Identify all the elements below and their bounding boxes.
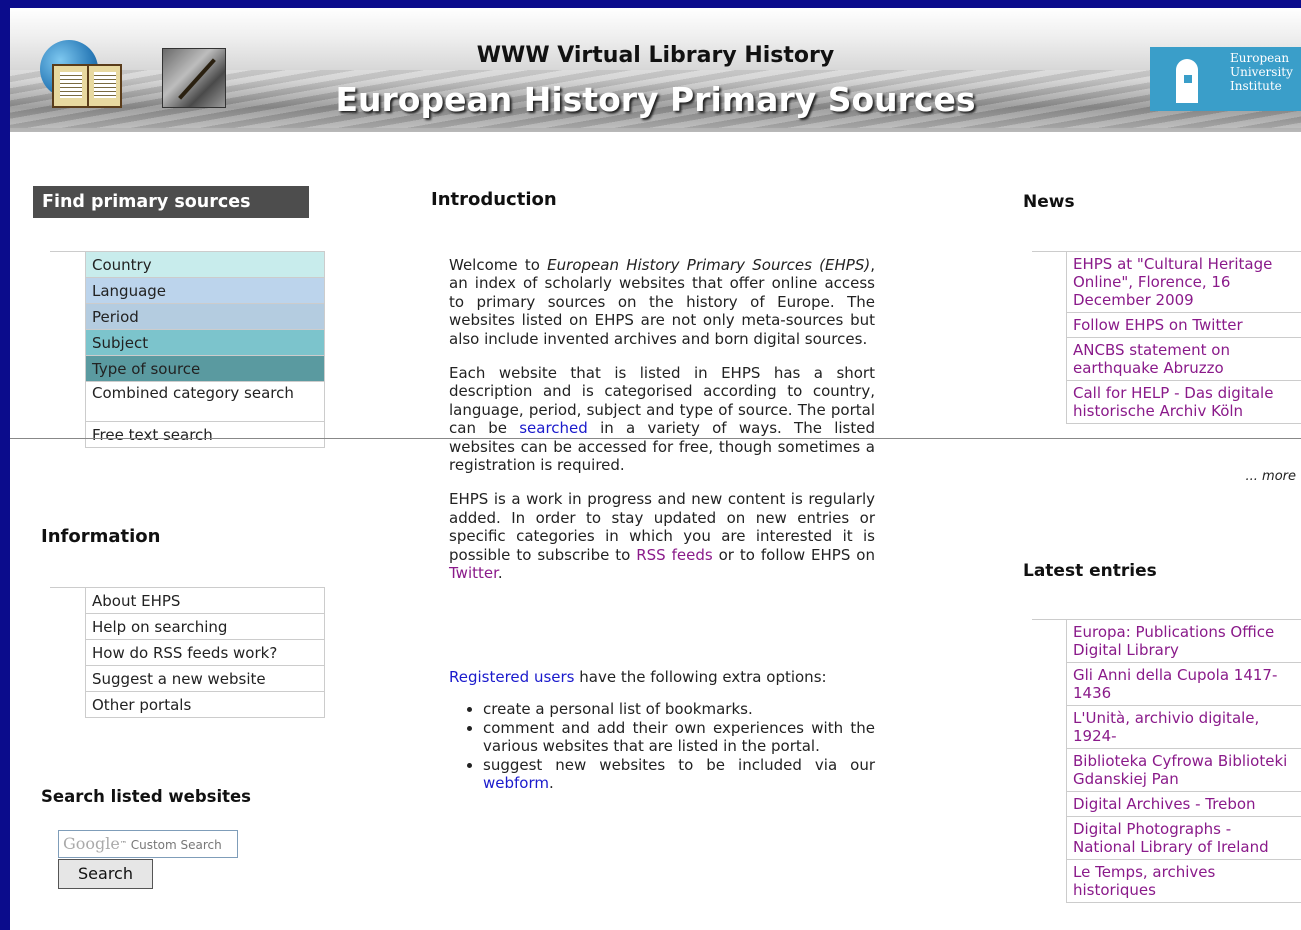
entry-item[interactable]: Le Temps, archives historiques — [1066, 860, 1301, 903]
search-button[interactable]: Search — [58, 859, 153, 889]
entry-item[interactable]: L'Unità, archivio digitale, 1924- — [1066, 706, 1301, 749]
find-menu-type-of-source[interactable]: Type of source — [85, 356, 325, 382]
list-item: create a personal list of bookmarks. — [483, 700, 875, 718]
registered-users-block: Registered users have the following extr… — [449, 668, 875, 792]
info-link-about[interactable]: About EHPS — [85, 588, 325, 614]
door-icon — [1150, 47, 1220, 111]
entry-item[interactable]: Digital Archives - Trebon — [1066, 792, 1301, 817]
news-item[interactable]: EHPS at "Cultural Heritage Online", Flor… — [1066, 252, 1301, 313]
eui-logo-text: European University Institute — [1220, 47, 1301, 111]
find-menu-free-text-search[interactable]: Free text search — [85, 422, 325, 448]
latest-entries-list: Europa: Publications Office Digital Libr… — [1032, 619, 1301, 903]
introduction-body: Welcome to European History Primary Sour… — [449, 256, 875, 599]
google-search-input[interactable]: Google™ Custom Search — [58, 830, 238, 858]
info-link-rss-feeds[interactable]: How do RSS feeds work? — [85, 640, 325, 666]
introduction-heading: Introduction — [431, 189, 557, 210]
twitter-link[interactable]: Twitter — [449, 564, 498, 582]
entry-item[interactable]: Biblioteka Cyfrowa Biblioteki Gdanskiej … — [1066, 749, 1301, 792]
news-item[interactable]: Call for HELP - Das digitale historische… — [1066, 381, 1301, 424]
registered-users-paragraph: Registered users have the following extr… — [449, 668, 827, 686]
webform-link[interactable]: webform — [483, 774, 549, 792]
entry-item[interactable]: Gli Anni della Cupola 1417-1436 — [1066, 663, 1301, 706]
news-list: EHPS at "Cultural Heritage Online", Flor… — [1032, 251, 1301, 424]
find-sources-heading: Find primary sources — [33, 186, 309, 218]
information-menu: About EHPS Help on searching How do RSS … — [50, 587, 325, 718]
find-menu-language[interactable]: Language — [85, 278, 325, 304]
list-item: suggest new websites to be included via … — [483, 756, 875, 793]
list-item: comment and add their own experiences wi… — [483, 719, 875, 756]
searched-link[interactable]: searched — [519, 419, 588, 437]
entry-item[interactable]: Europa: Publications Office Digital Libr… — [1066, 620, 1301, 663]
latest-entries-heading: Latest entries — [1023, 561, 1157, 581]
site-title-line2: European History Primary Sources — [335, 80, 976, 119]
info-link-other-portals[interactable]: Other portals — [85, 692, 325, 718]
search-placeholder: Custom Search — [130, 838, 222, 852]
find-menu-country[interactable]: Country — [85, 252, 325, 278]
horizontal-rule — [10, 438, 1301, 439]
find-menu-subject[interactable]: Subject — [85, 330, 325, 356]
intro-paragraph-2: Each website that is listed in EHPS has … — [449, 364, 875, 475]
find-menu-combined-search[interactable]: Combined category search — [85, 382, 325, 422]
entry-item[interactable]: Digital Photographs - National Library o… — [1066, 817, 1301, 860]
news-heading: News — [1023, 192, 1075, 212]
news-item[interactable]: Follow EHPS on Twitter — [1066, 313, 1301, 338]
news-more-link[interactable]: ... more — [1180, 469, 1297, 484]
intro-paragraph-3: EHPS is a work in progress and new conte… — [449, 490, 875, 583]
info-link-help-searching[interactable]: Help on searching — [85, 614, 325, 640]
news-item[interactable]: ANCBS statement on earthquake Abruzzo — [1066, 338, 1301, 381]
intro-paragraph-1: Welcome to European History Primary Sour… — [449, 256, 875, 348]
info-link-suggest-website[interactable]: Suggest a new website — [85, 666, 325, 692]
eui-logo[interactable]: European University Institute — [1150, 47, 1301, 111]
rss-feeds-link[interactable]: RSS feeds — [636, 546, 712, 564]
search-heading: Search listed websites — [41, 787, 252, 806]
extra-options-list: create a personal list of bookmarks. com… — [449, 700, 875, 792]
google-logo: Google — [63, 834, 120, 853]
registered-users-link[interactable]: Registered users — [449, 668, 574, 686]
find-sources-menu: Country Language Period Subject Type of … — [50, 251, 325, 448]
site-title-line1: WWW Virtual Library History — [476, 43, 835, 68]
information-heading: Information — [41, 526, 161, 547]
site-header: WWW Virtual Library History European His… — [10, 8, 1301, 132]
page: WWW Virtual Library History European His… — [10, 8, 1301, 930]
find-menu-period[interactable]: Period — [85, 304, 325, 330]
